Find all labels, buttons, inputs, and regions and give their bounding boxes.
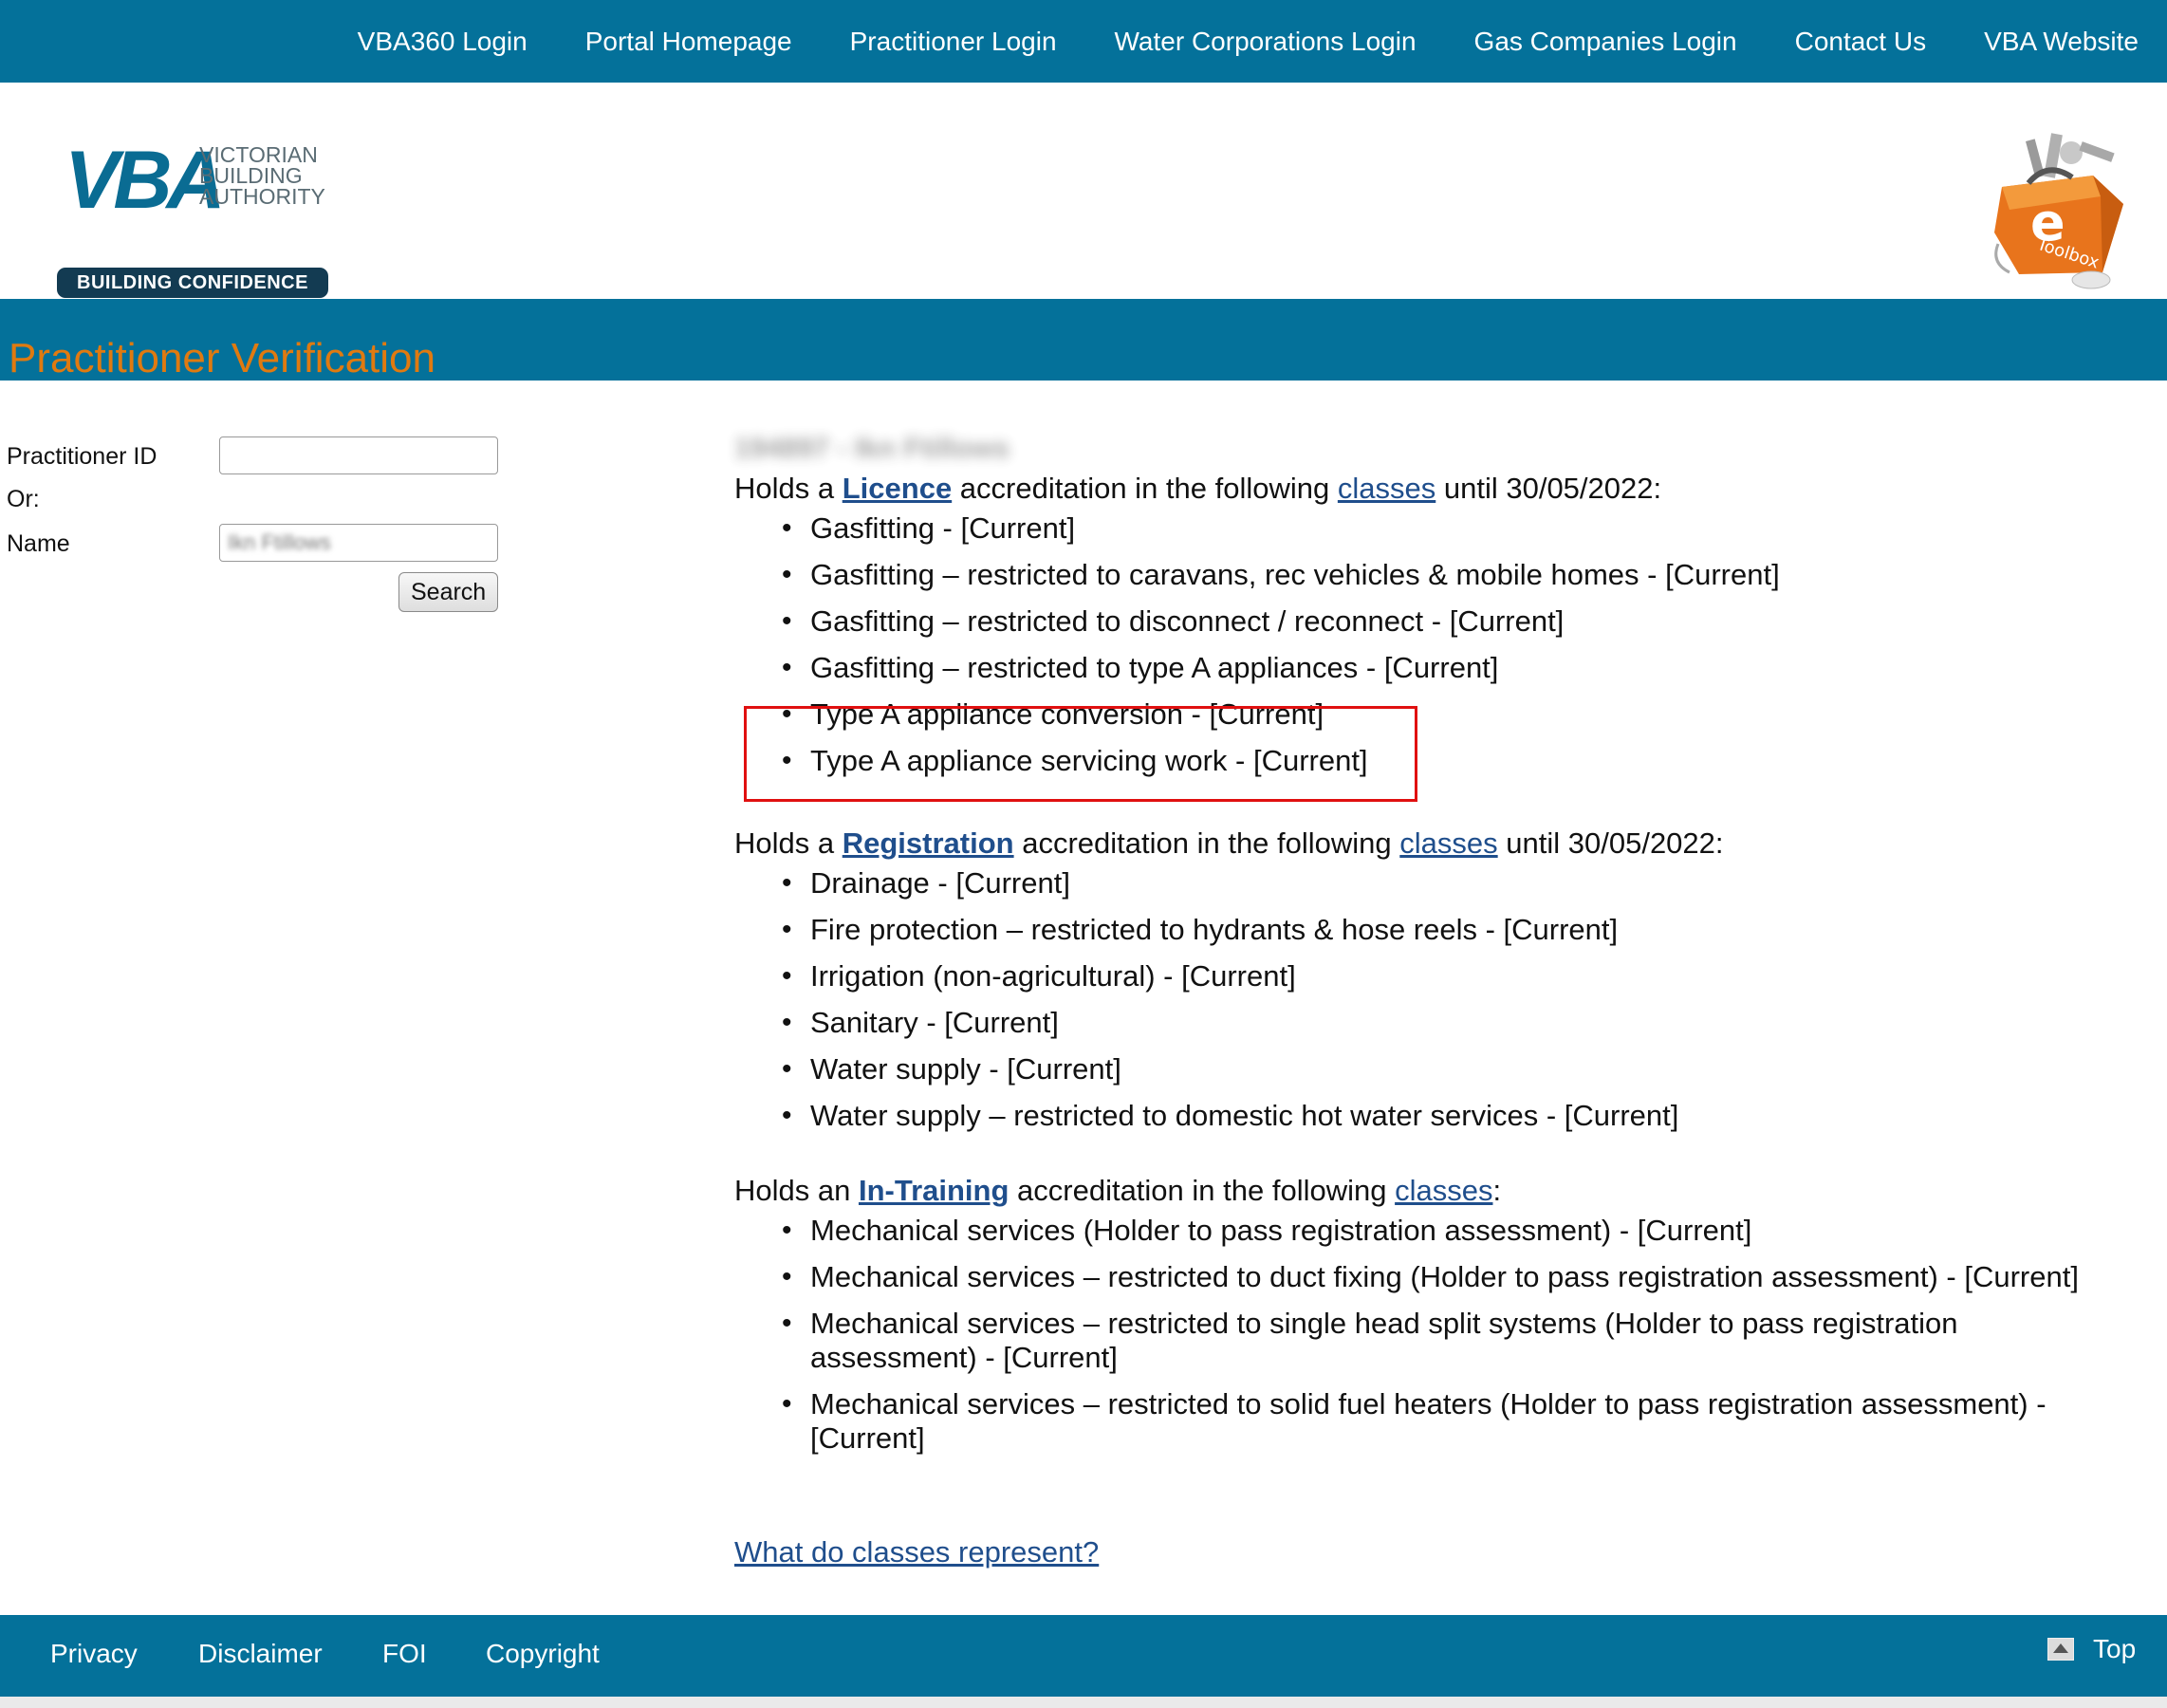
vba-logo-tagline: BUILDING CONFIDENCE xyxy=(57,268,328,298)
licence-class-item: Gasfitting - [Current] xyxy=(782,506,2139,552)
licence-class-item: Gasfitting – restricted to caravans, rec… xyxy=(782,552,2139,599)
training-suffix: : xyxy=(1492,1174,1502,1207)
e-toolbox-icon: e Toolbox xyxy=(1994,133,2123,289)
training-class-item: Mechanical services (Holder to pass regi… xyxy=(782,1208,2129,1254)
licence-suffix: until 30/05/2022: xyxy=(1435,472,1662,505)
registration-class-item: Sanitary - [Current] xyxy=(782,1000,2139,1047)
vba-logo-mark: VBA xyxy=(65,135,226,226)
org-line-2: BUILDING xyxy=(199,163,303,188)
nav-practitioner-login[interactable]: Practitioner Login xyxy=(850,27,1057,57)
back-to-top-icon[interactable] xyxy=(2047,1638,2074,1661)
practitioner-id-input[interactable] xyxy=(219,436,498,474)
licence-classes-link[interactable]: classes xyxy=(1338,472,1435,505)
registration-class-list: Drainage - [Current] Fire protection – r… xyxy=(734,861,2139,1140)
training-class-item: Mechanical services – restricted to soli… xyxy=(782,1382,2129,1462)
licence-link[interactable]: Licence xyxy=(843,472,952,505)
training-class-item: Mechanical services – restricted to sing… xyxy=(782,1301,2129,1382)
in-training-link[interactable]: In-Training xyxy=(859,1174,1009,1207)
training-classes-link[interactable]: classes xyxy=(1395,1174,1492,1207)
site-header: VBA VICTORIAN BUILDING AUTHORITY BUILDIN… xyxy=(0,83,2167,299)
licence-mid: accreditation in the following xyxy=(952,472,1338,505)
highlight-annotation-box xyxy=(744,706,1417,802)
registration-class-item: Drainage - [Current] xyxy=(782,861,2139,907)
registration-class-item: Water supply - [Current] xyxy=(782,1047,2139,1093)
back-to-top-link[interactable]: Top xyxy=(2093,1634,2136,1664)
practitioner-heading: 194897 - Ikn Ftillows xyxy=(734,433,1010,464)
nav-vba-website[interactable]: VBA Website xyxy=(1984,27,2139,57)
footer-disclaimer-link[interactable]: Disclaimer xyxy=(198,1639,323,1669)
in-training-class-list: Mechanical services (Holder to pass regi… xyxy=(734,1208,2139,1462)
registration-class-item: Irrigation (non-agricultural) - [Current… xyxy=(782,954,2139,1000)
footer-privacy-link[interactable]: Privacy xyxy=(50,1639,138,1669)
registration-summary: Holds a Registration accreditation in th… xyxy=(734,826,2139,861)
name-label: Name xyxy=(7,530,70,557)
practitioner-id-label: Practitioner ID xyxy=(7,443,157,470)
registration-suffix: until 30/05/2022: xyxy=(1497,826,1724,860)
nav-contact-us[interactable]: Contact Us xyxy=(1795,27,1927,57)
page-title: Practitioner Verification xyxy=(9,335,435,381)
top-navigation-bar: VBA360 Login Portal Homepage Practitione… xyxy=(0,0,2167,83)
bottom-strip xyxy=(0,1697,2167,1708)
name-input[interactable]: Ikn Ftillows xyxy=(219,524,498,562)
registration-link[interactable]: Registration xyxy=(843,826,1014,860)
licence-summary: Holds a Licence accreditation in the fol… xyxy=(734,472,2139,506)
licence-class-item: Gasfitting – restricted to type A applia… xyxy=(782,645,2139,692)
page-title-band: Practitioner Verification xyxy=(0,299,2167,381)
vba-logo-org-name: VICTORIAN BUILDING AUTHORITY xyxy=(199,142,325,209)
footer-foi-link[interactable]: FOI xyxy=(382,1639,427,1669)
org-line-3: AUTHORITY xyxy=(199,184,325,209)
training-class-item: Mechanical services – restricted to duct… xyxy=(782,1254,2129,1301)
top-nav-links: VBA360 Login Portal Homepage Practitione… xyxy=(300,0,2139,83)
or-label: Or: xyxy=(7,486,40,512)
registration-classes-link[interactable]: classes xyxy=(1399,826,1497,860)
in-training-summary: Holds an In-Training accreditation in th… xyxy=(734,1174,2139,1208)
footer-copyright-link[interactable]: Copyright xyxy=(486,1639,600,1669)
nav-vba360-login[interactable]: VBA360 Login xyxy=(358,27,528,57)
training-prefix: Holds an xyxy=(734,1174,859,1207)
verification-results: 194897 - Ikn Ftillows Holds a Licence ac… xyxy=(734,432,2139,1462)
search-button[interactable]: Search xyxy=(398,572,499,612)
org-line-1: VICTORIAN xyxy=(199,142,318,167)
site-footer: Privacy Disclaimer FOI Copyright Top xyxy=(0,1615,2167,1697)
nav-portal-homepage[interactable]: Portal Homepage xyxy=(585,27,792,57)
training-mid: accreditation in the following xyxy=(1009,1174,1396,1207)
nav-water-corporations-login[interactable]: Water Corporations Login xyxy=(1115,27,1417,57)
licence-prefix: Holds a xyxy=(734,472,843,505)
registration-prefix: Holds a xyxy=(734,826,843,860)
registration-mid: accreditation in the following xyxy=(1013,826,1400,860)
registration-class-item: Water supply – restricted to domestic ho… xyxy=(782,1093,2139,1140)
name-input-value: Ikn Ftillows xyxy=(228,530,331,554)
registration-class-item: Fire protection – restricted to hydrants… xyxy=(782,907,2139,954)
what-do-classes-represent-link[interactable]: What do classes represent? xyxy=(734,1535,1099,1569)
licence-class-item: Gasfitting – restricted to disconnect / … xyxy=(782,599,2139,645)
nav-gas-companies-login[interactable]: Gas Companies Login xyxy=(1474,27,1737,57)
